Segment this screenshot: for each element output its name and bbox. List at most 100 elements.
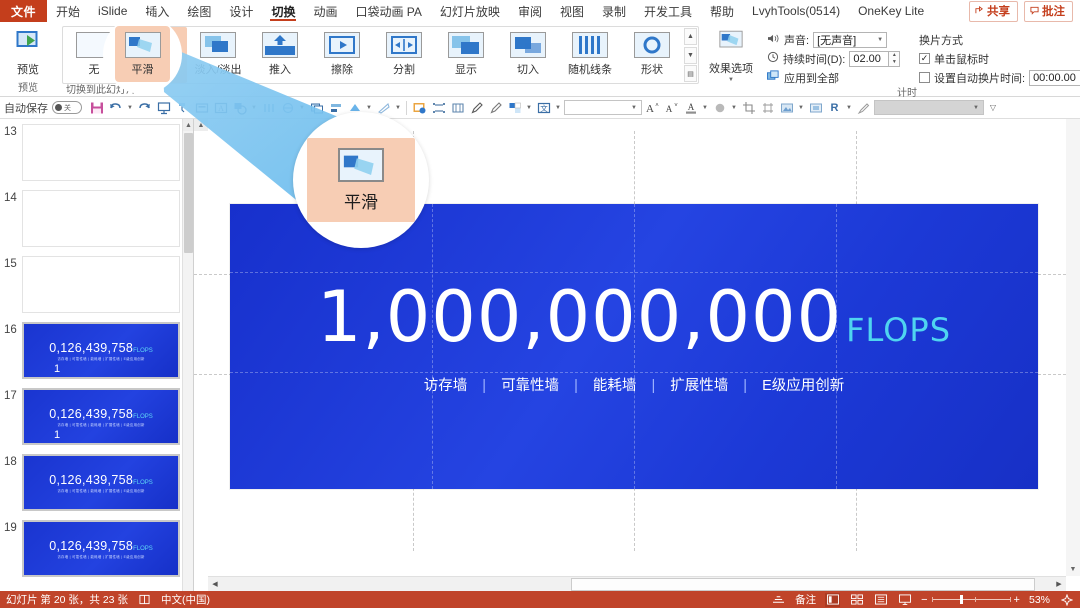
menu-item-view[interactable]: 视图 [551, 0, 593, 22]
reading-view-icon[interactable] [873, 593, 888, 607]
picture-insert-icon[interactable] [411, 99, 428, 116]
transition-fade[interactable]: 淡入/淡出 [187, 27, 249, 83]
gradient-dropdown-icon[interactable]: ▼ [394, 105, 402, 111]
scrollbar-thumb[interactable] [184, 133, 193, 253]
menu-item-islide[interactable]: iSlide [89, 0, 136, 22]
hscroll-track[interactable] [222, 577, 1052, 592]
compress-picture-icon[interactable] [807, 99, 824, 116]
thumbnail-preview[interactable]: 0,126,439,758FLOPS 访存墙 | 可靠性墙 | 能耗墙 | 扩展… [22, 322, 180, 379]
replace-dropdown-icon[interactable]: ▼ [845, 105, 853, 111]
apply-all-row[interactable]: 应用到全部 [767, 68, 911, 87]
text-box-icon[interactable]: A [212, 99, 229, 116]
hscroll-left-icon[interactable]: ◀ [208, 577, 222, 592]
notes-label[interactable]: 备注 [795, 592, 816, 607]
menu-item-pocket-animation[interactable]: 口袋动画 PA [346, 0, 430, 22]
zoom-slider[interactable]: − + [921, 594, 1020, 606]
format-painter-icon[interactable] [174, 99, 191, 116]
thumbnail-preview[interactable] [22, 190, 180, 247]
menu-item-record[interactable]: 录制 [593, 0, 635, 22]
auto-after-stepper[interactable]: 00:00.00 ▲▼ [1029, 69, 1080, 86]
undo-dropdown-icon[interactable]: ▼ [126, 105, 134, 111]
thumbnail-preview[interactable]: 0,126,439,758FLOPS 访存墙 | 可靠性墙 | 能耗墙 | 扩展… [22, 454, 180, 511]
auto-after-checkbox[interactable] [919, 72, 930, 83]
slide-thumbnail-panel[interactable]: 13 14 15 16 0,126,439,758FLOPS 访存墙 | 可靠性… [0, 119, 194, 591]
transition-split[interactable]: 分割 [373, 27, 435, 83]
undo-icon[interactable] [107, 99, 124, 116]
columns-icon[interactable] [260, 99, 277, 116]
menu-item-review[interactable]: 审阅 [509, 0, 551, 22]
link-icon[interactable] [279, 99, 296, 116]
replace-icon[interactable]: R [826, 99, 843, 116]
share-button[interactable]: 共享 [969, 0, 1018, 22]
comment-button[interactable]: 批注 [1024, 0, 1073, 22]
language-indicator[interactable]: 中文(中国) [161, 592, 210, 607]
spin-down[interactable]: ▼ [889, 59, 899, 66]
duration-spin-buttons[interactable]: ▲ ▼ [889, 50, 901, 67]
slide-count-info[interactable]: 幻灯片 第 20 张，共 23 张 [6, 592, 128, 607]
qat-overflow-icon[interactable]: ▽ [986, 103, 1000, 112]
fill-color-icon[interactable] [506, 99, 523, 116]
auto-after-row[interactable]: 设置自动换片时间: 00:00.00 ▲▼ [919, 68, 1080, 87]
gallery-scroll-buttons[interactable]: ▲ ▼ ▤ [684, 27, 698, 83]
slideshow-icon[interactable] [897, 593, 912, 607]
canvas-vertical-scrollbar[interactable]: ▼ [1066, 119, 1080, 576]
menu-item-slideshow[interactable]: 幻灯片放映 [431, 0, 509, 22]
text-effect-icon[interactable]: 文 [535, 99, 552, 116]
transition-random-bars[interactable]: 随机线条 [559, 27, 621, 83]
menu-item-design[interactable]: 设计 [220, 0, 262, 22]
thumbnail-panel-scrollbar[interactable]: ▲ [182, 119, 193, 591]
transition-shape[interactable]: 形状 [621, 27, 683, 83]
shapes-icon[interactable] [231, 99, 248, 116]
slide-sorter-icon[interactable] [849, 593, 864, 607]
shape-fill-icon[interactable] [193, 99, 210, 116]
align-icon[interactable] [327, 99, 344, 116]
thumbnail-slide-17[interactable]: 17 0,126,439,758FLOPS 访存墙 | 可靠性墙 | 能耗墙 |… [0, 383, 193, 449]
redo-icon[interactable] [136, 99, 153, 116]
decrease-font-size-icon[interactable]: A ˅ [663, 99, 680, 116]
thumbnail-preview[interactable]: 0,126,439,758FLOPS 访存墙 | 可靠性墙 | 能耗墙 | 扩展… [22, 388, 180, 445]
duration-stepper[interactable]: 02.00 ▲ ▼ [849, 50, 901, 67]
link-dropdown-icon[interactable]: ▼ [298, 105, 306, 111]
preview-button[interactable]: 预览 [0, 25, 56, 77]
chevron-down-icon[interactable]: ▼ [630, 105, 638, 111]
menu-item-transitions[interactable]: 切换 [262, 0, 304, 22]
menu-item-help[interactable]: 帮助 [701, 0, 743, 22]
thumbnail-preview[interactable] [22, 124, 180, 181]
canvas-scroll-down-icon[interactable]: ▼ [1066, 562, 1080, 576]
gallery-scroll-up[interactable]: ▲ [684, 28, 697, 45]
menu-item-file[interactable]: 文件 [0, 0, 48, 22]
thumbnail-preview[interactable]: 0,126,439,758FLOPS 访存墙 | 可靠性墙 | 能耗墙 | 扩展… [22, 520, 180, 577]
normal-view-icon[interactable] [825, 592, 841, 607]
thumbnail-preview[interactable] [22, 256, 180, 313]
increase-font-size-icon[interactable]: A ˄ [644, 99, 661, 116]
chevron-down-icon[interactable]: ▼ [877, 37, 883, 43]
zoom-out-button[interactable]: − [921, 594, 927, 606]
canvas-scroll-up-icon[interactable]: ▲ [194, 119, 208, 131]
duplicate-icon[interactable] [308, 99, 325, 116]
shapes-dropdown-icon[interactable]: ▼ [250, 105, 258, 111]
text-effect-dropdown-icon[interactable]: ▼ [554, 105, 562, 111]
slide-subtitle[interactable]: 访存墙 | 可靠性墙 | 能耗墙 | 扩展性墙 | E级应用创新 [230, 374, 1038, 395]
font-color-icon[interactable]: A [682, 99, 699, 116]
spin-up[interactable]: ▲ [889, 52, 899, 59]
sound-select[interactable]: [无声音] ▼ [813, 31, 888, 48]
present-icon[interactable] [155, 99, 172, 116]
on-click-checkbox[interactable]: ✓ [919, 53, 930, 64]
notes-icon[interactable] [771, 593, 786, 607]
shape-effects-icon[interactable] [711, 99, 728, 116]
autosave-control[interactable]: 自动保存 关 [4, 100, 82, 116]
picture-tools-dropdown-icon[interactable]: ▼ [797, 105, 805, 111]
zoom-in-button[interactable]: + [1014, 594, 1020, 606]
menu-item-onekey-lite[interactable]: OneKey Lite [849, 0, 933, 22]
duration-value[interactable]: 02.00 [849, 50, 890, 67]
chevron-down-icon[interactable]: ▼ [728, 77, 734, 83]
save-icon[interactable] [88, 99, 105, 116]
transition-push[interactable]: 推入 [249, 27, 311, 83]
auto-after-value[interactable]: 00:00.00 [1029, 69, 1080, 86]
transition-wipe[interactable]: 擦除 [311, 27, 373, 83]
thumbnail-slide-19[interactable]: 19 0,126,439,758FLOPS 访存墙 | 可靠性墙 | 能耗墙 |… [0, 515, 193, 581]
scroll-up-icon[interactable]: ▲ [183, 119, 193, 131]
zoom-knob[interactable] [959, 595, 963, 604]
chevron-down-icon[interactable]: ▼ [972, 105, 980, 111]
transition-reveal[interactable]: 显示 [435, 27, 497, 83]
